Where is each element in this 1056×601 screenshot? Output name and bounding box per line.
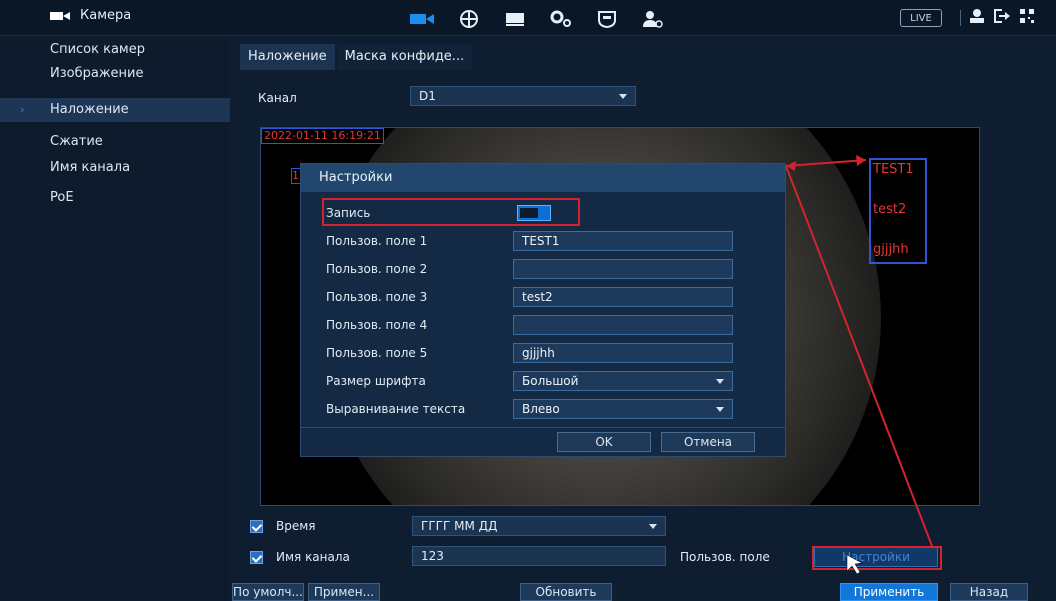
custom-field-2-input[interactable] [513, 259, 733, 279]
text-align-select[interactable]: Влево [513, 399, 733, 419]
refresh-button[interactable]: Обновить [520, 583, 612, 601]
user-icon[interactable] [969, 8, 985, 28]
custom-field-5-label: Пользов. поле 5 [326, 346, 428, 360]
record-highlight [322, 198, 580, 226]
text-align-label: Выравнивание текста [326, 402, 466, 416]
custom-line-1: TEST1 [873, 162, 914, 177]
apply-button[interactable]: Применить [840, 583, 938, 601]
sidebar-item-image[interactable]: Изображение [0, 62, 230, 86]
custom-field-2-label: Пользов. поле 2 [326, 262, 428, 276]
datetime-overlay[interactable]: 2022-01-11 16:19:21 [261, 128, 384, 144]
custom-field-1-label: Пользов. поле 1 [326, 234, 428, 248]
sidebar-item-overlay[interactable]: › Наложение [0, 98, 230, 122]
sidebar-item-label: Наложение [50, 102, 129, 117]
sidebar-item-channel-name[interactable]: Имя канала [0, 156, 230, 180]
custom-field-4-input[interactable] [513, 315, 733, 335]
custom-line-2: test2 [873, 202, 907, 217]
text-align-value: Влево [522, 402, 560, 416]
logout-icon[interactable] [993, 8, 1011, 28]
camera-nav-icon[interactable] [400, 6, 446, 32]
custom-field-5-input[interactable]: gjjjhh [513, 343, 733, 363]
account-icon[interactable] [630, 6, 676, 32]
channel-select[interactable]: D1 [410, 86, 636, 106]
font-size-label: Размер шрифта [326, 374, 426, 388]
channel-label: Канал [258, 91, 297, 105]
channel-name-value: 123 [421, 549, 444, 563]
sidebar-item-label: Сжатие [50, 134, 103, 149]
custom-field-4-label: Пользов. поле 4 [326, 318, 428, 332]
custom-line-3: gjjjhh [873, 242, 909, 257]
custom-field-label: Пользов. поле [680, 550, 770, 564]
sidebar-item-poe[interactable]: PoE [0, 186, 230, 210]
chevron-down-icon [649, 524, 657, 529]
default-button[interactable]: По умолч... [232, 583, 304, 601]
settings-highlight [812, 546, 942, 570]
time-format-select[interactable]: ГГГГ ММ ДД [412, 516, 666, 536]
app-title[interactable]: Камера [50, 8, 131, 23]
cancel-button[interactable]: Отмена [661, 432, 755, 452]
time-format-value: ГГГГ ММ ДД [421, 519, 498, 533]
chevron-right-icon: › [20, 103, 25, 116]
back-button[interactable]: Назад [950, 583, 1028, 601]
sidebar-item-label: Имя канала [50, 160, 131, 175]
chevron-down-icon [619, 94, 627, 99]
channel-name-label: Имя канала [276, 550, 350, 564]
separator [960, 10, 961, 26]
channel-name-input[interactable]: 123 [412, 546, 666, 566]
channel-select-value: D1 [419, 89, 436, 103]
copy-button[interactable]: Примен... [308, 583, 380, 601]
tab-privacy-mask[interactable]: Маска конфиде... [336, 44, 473, 70]
custom-field-3-label: Пользов. поле 3 [326, 290, 428, 304]
dialog-divider [301, 427, 785, 428]
custom-field-1-input[interactable]: TEST1 [513, 231, 733, 251]
sidebar-item-camera-list[interactable]: Список камер [0, 38, 230, 62]
custom-field-3-input[interactable]: test2 [513, 287, 733, 307]
tab-overlay[interactable]: Наложение [240, 44, 335, 70]
custom-text-overlay[interactable]: TEST1 test2 gjjjhh [869, 158, 927, 264]
sidebar-item-compression[interactable]: Сжатие [0, 130, 230, 154]
network-icon[interactable] [446, 6, 492, 32]
sidebar-item-label: Изображение [50, 66, 144, 81]
top-bar: Камера LIVE [0, 0, 1056, 36]
sidebar-item-label: Список камер [50, 42, 145, 57]
time-checkbox[interactable] [250, 520, 263, 533]
qr-code-icon[interactable] [1019, 8, 1035, 28]
live-button[interactable]: LIVE [900, 9, 942, 27]
storage-icon[interactable] [492, 6, 538, 32]
sidebar-item-label: PoE [50, 190, 74, 205]
camera-icon [50, 10, 72, 22]
ok-button[interactable]: OK [557, 432, 651, 452]
channel-name-checkbox[interactable] [250, 551, 263, 564]
security-icon[interactable] [584, 6, 630, 32]
font-size-select[interactable]: Большой [513, 371, 733, 391]
chevron-down-icon [716, 379, 724, 384]
dialog-title: Настройки [301, 164, 785, 192]
system-icon[interactable] [538, 6, 584, 32]
chevron-down-icon [716, 407, 724, 412]
font-size-value: Большой [522, 374, 579, 388]
app-title-label: Камера [80, 8, 132, 23]
sidebar: Список камер Изображение › Наложение Сжа… [0, 36, 230, 601]
time-label: Время [276, 519, 316, 533]
